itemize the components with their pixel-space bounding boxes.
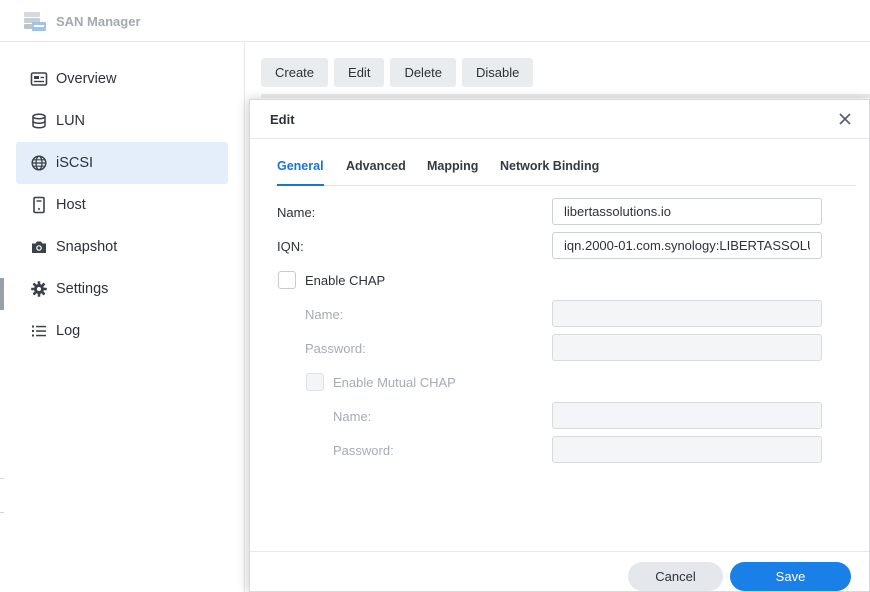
enable-chap-checkbox[interactable]: [278, 271, 296, 289]
list-icon: [30, 322, 48, 340]
database-icon: [30, 112, 48, 130]
tab-advanced[interactable]: Advanced: [346, 159, 406, 186]
mutual-name-input[interactable]: [552, 402, 822, 429]
globe-icon: [30, 154, 48, 172]
mutual-password-input[interactable]: [552, 436, 822, 463]
iqn-label: IQN:: [277, 239, 304, 254]
mutual-name-label: Name:: [333, 409, 372, 424]
name-label: Name:: [277, 205, 316, 220]
close-icon[interactable]: [835, 109, 855, 129]
sidebar-item-label: Overview: [56, 71, 117, 87]
name-input[interactable]: [552, 198, 822, 225]
sidebar-item-snapshot[interactable]: Snapshot: [16, 226, 228, 268]
chap-password-input[interactable]: [552, 334, 822, 361]
divider: [0, 512, 4, 513]
overview-icon: [30, 70, 48, 88]
sidebar-item-lun[interactable]: LUN: [16, 100, 228, 142]
mutual-password-label: Password:: [333, 443, 394, 458]
delete-button[interactable]: Delete: [390, 58, 457, 87]
sidebar: Overview LUN iSCSI Host Snapshot Setting…: [0, 42, 245, 592]
camera-icon: [30, 238, 48, 256]
disable-button[interactable]: Disable: [462, 58, 534, 87]
save-button[interactable]: Save: [730, 562, 851, 591]
sidebar-item-label: Log: [56, 323, 81, 339]
cancel-button[interactable]: Cancel: [628, 562, 723, 591]
host-icon: [30, 196, 48, 214]
sidebar-item-label: Host: [56, 197, 86, 213]
chap-password-label: Password:: [305, 341, 366, 356]
dialog-header: Edit: [250, 100, 869, 139]
gear-icon: [30, 280, 48, 298]
san-manager-icon: [23, 11, 47, 33]
toolbar: Create Edit Delete Disable: [261, 58, 534, 87]
enable-chap-label: Enable CHAP: [305, 273, 386, 288]
sidebar-item-log[interactable]: Log: [16, 310, 228, 352]
title-bar: SAN Manager: [0, 0, 870, 42]
sidebar-item-label: Snapshot: [56, 239, 118, 255]
chap-name-label: Name:: [305, 307, 344, 322]
dialog-title: Edit: [270, 112, 295, 127]
app-title: SAN Manager: [56, 14, 141, 29]
sidebar-item-overview[interactable]: Overview: [16, 58, 228, 100]
sidebar-item-label: Settings: [56, 281, 109, 297]
create-button[interactable]: Create: [261, 58, 329, 87]
dialog-tabs: General Advanced Mapping Network Binding: [276, 155, 856, 186]
sidebar-item-label: LUN: [56, 113, 86, 129]
tab-network-binding[interactable]: Network Binding: [500, 159, 599, 186]
enable-mutual-chap-label: Enable Mutual CHAP: [333, 375, 456, 390]
edit-button[interactable]: Edit: [334, 58, 385, 87]
divider: [0, 478, 4, 479]
tab-general[interactable]: General: [277, 159, 324, 186]
window-edge: [0, 278, 4, 310]
list-header: [261, 94, 870, 98]
sidebar-item-label: iSCSI: [56, 155, 94, 171]
chap-name-input[interactable]: [552, 300, 822, 327]
tab-mapping[interactable]: Mapping: [427, 159, 478, 186]
enable-mutual-chap-checkbox[interactable]: [306, 373, 324, 391]
edit-dialog: Edit General Advanced Mapping Network Bi…: [249, 99, 870, 592]
sidebar-item-iscsi[interactable]: iSCSI: [16, 142, 228, 184]
sidebar-item-settings[interactable]: Settings: [16, 268, 228, 310]
dialog-footer: Cancel Save: [250, 551, 869, 592]
sidebar-item-host[interactable]: Host: [16, 184, 228, 226]
iqn-input[interactable]: [552, 232, 822, 259]
